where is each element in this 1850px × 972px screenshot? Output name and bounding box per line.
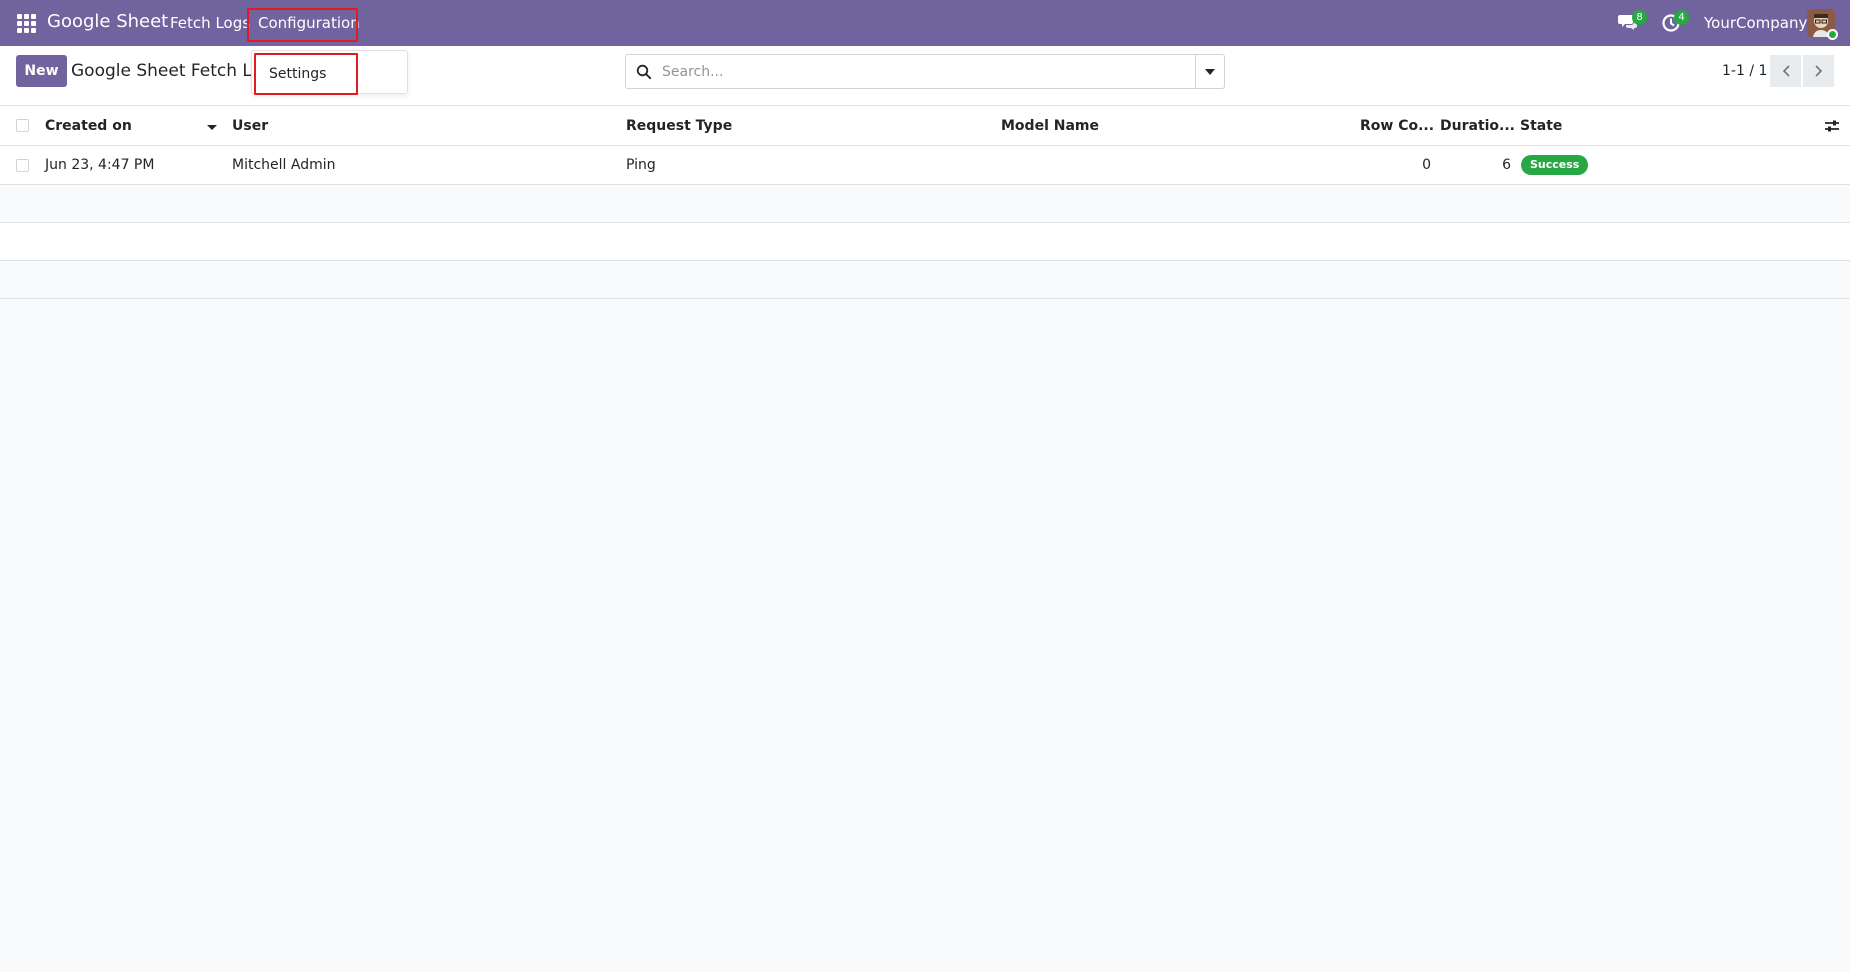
optional-columns-icon[interactable] xyxy=(1824,118,1840,134)
cell-duration: 6 xyxy=(1502,157,1511,173)
pager-value[interactable]: 1-1 / 1 xyxy=(1722,63,1767,79)
empty-row xyxy=(0,185,1850,223)
column-header-state[interactable]: State xyxy=(1520,106,1562,145)
search-icon xyxy=(636,64,652,80)
search-options-toggle[interactable] xyxy=(1195,55,1224,88)
cell-row-count: 0 xyxy=(1422,157,1431,173)
column-header-request-type[interactable]: Request Type xyxy=(626,106,732,145)
app-brand[interactable]: Google Sheet xyxy=(47,11,168,32)
page-title: Google Sheet Fetch Logs xyxy=(71,61,251,81)
company-switcher[interactable]: YourCompany xyxy=(1704,14,1807,32)
column-header-created-on[interactable]: Created on xyxy=(45,106,132,145)
column-header-model-name[interactable]: Model Name xyxy=(1001,106,1099,145)
pager-next-button[interactable] xyxy=(1803,55,1834,87)
caret-down-icon xyxy=(1205,68,1215,75)
table-header: Created on User Request Type Model Name … xyxy=(0,106,1850,146)
menu-fetch-logs[interactable]: Fetch Logs xyxy=(170,14,250,32)
user-avatar[interactable] xyxy=(1807,9,1838,40)
chevron-left-icon xyxy=(1782,65,1790,77)
column-header-user[interactable]: User xyxy=(232,106,268,145)
status-badge: Success xyxy=(1521,155,1589,175)
empty-row xyxy=(0,261,1850,299)
select-all-checkbox[interactable] xyxy=(16,119,29,132)
cell-created-on: Jun 23, 4:47 PM xyxy=(45,157,155,173)
row-checkbox[interactable] xyxy=(16,159,29,172)
configuration-highlight-box xyxy=(247,8,358,42)
chevron-right-icon xyxy=(1814,65,1822,77)
sort-descending-icon[interactable] xyxy=(207,125,217,130)
new-button[interactable]: New xyxy=(16,55,67,87)
table-row[interactable]: Jun 23, 4:47 PM Mitchell Admin Ping 0 6 … xyxy=(0,146,1850,185)
column-header-row-count[interactable]: Row Co... xyxy=(1360,106,1434,145)
search-bar[interactable] xyxy=(625,54,1225,89)
online-status-dot xyxy=(1827,29,1838,40)
cell-request-type: Ping xyxy=(626,157,656,173)
cell-user: Mitchell Admin xyxy=(232,157,336,173)
apps-menu-icon[interactable] xyxy=(17,14,36,33)
configuration-dropdown: Settings xyxy=(251,50,408,95)
column-header-duration[interactable]: Duratio... xyxy=(1440,106,1515,145)
top-navbar: Google Sheet Fetch Logs Configuration 8 … xyxy=(0,0,1850,46)
pager-previous-button[interactable] xyxy=(1770,55,1801,87)
fetch-logs-list: Created on User Request Type Model Name … xyxy=(0,106,1850,299)
search-input[interactable] xyxy=(662,61,1202,83)
dropdown-item-settings[interactable]: Settings xyxy=(254,53,358,95)
empty-row xyxy=(0,223,1850,261)
dropdown-item-label: Settings xyxy=(269,66,327,82)
chat-count-badge: 8 xyxy=(1632,10,1647,25)
activity-count-badge: 4 xyxy=(1674,10,1689,25)
